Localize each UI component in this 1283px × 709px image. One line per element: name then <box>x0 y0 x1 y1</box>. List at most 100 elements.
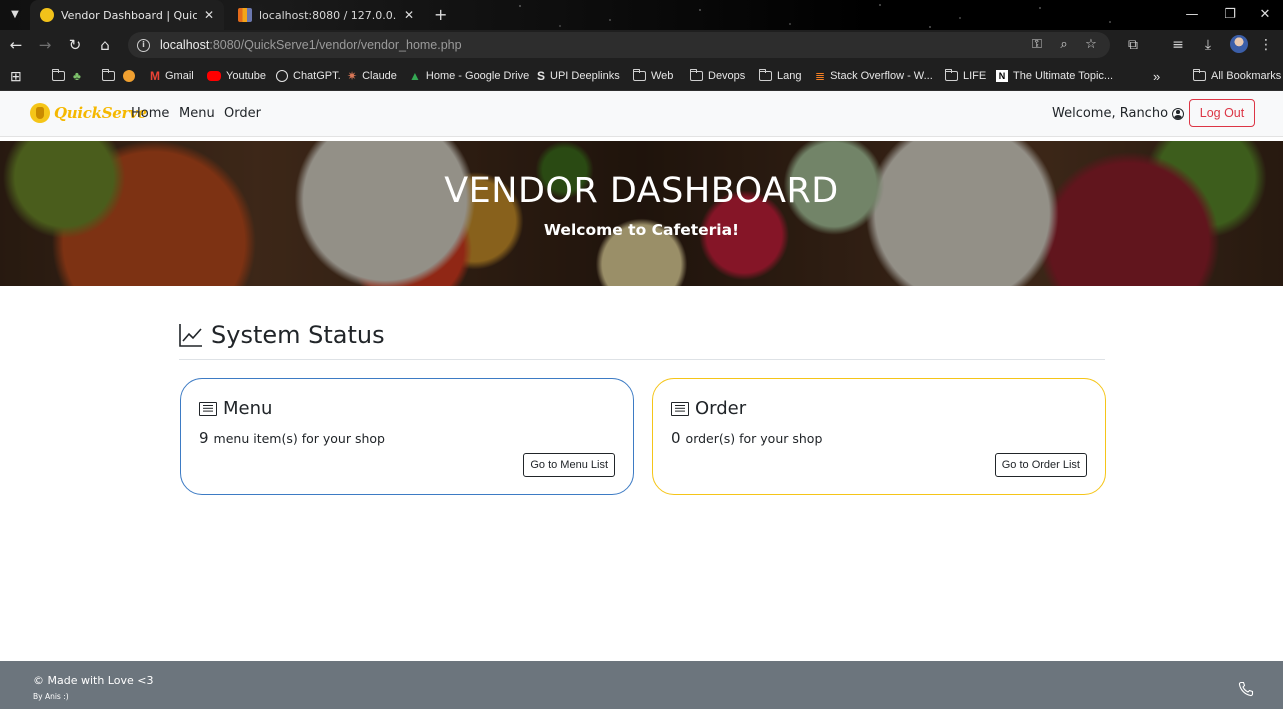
dot-icon <box>123 70 135 82</box>
go-to-order-list-button[interactable]: Go to Order List <box>994 453 1087 477</box>
hero-banner: VENDOR DASHBOARD Welcome to Cafeteria! <box>0 141 1283 286</box>
bookmark-stack-overflow[interactable]: ≣ Stack Overflow - W... <box>815 68 933 84</box>
nav-home-link[interactable]: Home <box>131 106 169 121</box>
bookmark-upi-deeplinks[interactable]: S UPI Deeplinks <box>537 68 620 84</box>
apps-grid-icon[interactable]: ⊞ <box>10 68 22 84</box>
sprout-icon[interactable]: ♣ <box>73 68 81 84</box>
browser-tab-strip: ▼ Vendor Dashboard | QuickServe ✕ localh… <box>0 0 1283 30</box>
bookmark-chatgpt[interactable]: ChatGPT. <box>276 68 341 84</box>
bookmark-folder[interactable] <box>51 68 65 84</box>
chatgpt-icon <box>276 70 288 82</box>
card-description: menu item(s) for your shop <box>213 431 385 446</box>
quickserve-favicon-icon <box>40 8 54 22</box>
menu-item-count: 9 <box>199 429 209 447</box>
brand-link[interactable]: QuickServe <box>30 103 147 123</box>
upi-icon: S <box>537 69 546 83</box>
bookmark-dot[interactable] <box>123 68 135 84</box>
gmail-icon: M <box>150 69 160 83</box>
section-title: System Status <box>211 321 385 349</box>
tab-search-chevron-icon[interactable]: ▼ <box>6 6 24 24</box>
bookmark-folder-life[interactable]: LIFE <box>944 68 986 84</box>
folder-icon <box>758 69 772 81</box>
browser-toolbar: ← → ↻ ⌂ i localhost:8080/QuickServe1/ven… <box>0 30 1283 60</box>
go-to-menu-list-button[interactable]: Go to Menu List <box>523 453 615 477</box>
order-status-card: Order 0 order(s) for your shop Go to Ord… <box>652 378 1106 495</box>
close-tab-icon[interactable]: ✕ <box>204 8 214 22</box>
footer-author: By Anis :) <box>33 692 69 701</box>
stackoverflow-icon: ≣ <box>815 69 826 83</box>
order-count: 0 <box>671 429 681 447</box>
address-bar[interactable]: i localhost:8080/QuickServe1/vendor/vend… <box>128 32 1110 58</box>
site-navbar: QuickServe Home Menu Order Welcome, Ranc… <box>0 91 1283 137</box>
restore-window-icon[interactable]: ❐ <box>1210 0 1250 30</box>
browser-menu-icon[interactable]: ⋮ <box>1256 35 1276 55</box>
phpmyadmin-favicon-icon <box>238 8 252 22</box>
nav-order-link[interactable]: Order <box>224 106 261 121</box>
bookmark-claude[interactable]: ✷ Claude <box>347 68 397 84</box>
user-welcome[interactable]: Welcome, Rancho <box>1052 106 1185 121</box>
all-bookmarks-folder[interactable]: All Bookmarks <box>1192 68 1281 84</box>
folder-icon <box>1192 69 1206 81</box>
youtube-icon <box>207 71 221 81</box>
claude-icon: ✷ <box>347 69 358 83</box>
more-bookmarks-chevron-icon[interactable]: » <box>1153 68 1160 84</box>
reload-icon[interactable]: ↻ <box>65 35 85 55</box>
close-window-icon[interactable]: ✕ <box>1245 0 1283 30</box>
extensions-puzzle-icon[interactable]: ⧉ <box>1123 35 1143 55</box>
notion-icon: N <box>996 70 1008 82</box>
close-tab-icon[interactable]: ✕ <box>404 8 414 22</box>
phone-icon[interactable] <box>1238 681 1254 697</box>
home-icon[interactable]: ⌂ <box>95 35 115 55</box>
download-icon[interactable]: ⤓ <box>1198 35 1218 55</box>
quickserve-logo-icon <box>30 103 50 123</box>
bookmark-youtube[interactable]: Youtube <box>207 68 266 84</box>
footer-credit: © Made with Love <3 <box>33 674 154 687</box>
card-description: order(s) for your shop <box>685 431 823 446</box>
profile-avatar[interactable] <box>1230 35 1248 53</box>
card-title: Order <box>695 398 747 419</box>
folder-icon <box>632 69 646 81</box>
bookmark-folder-lang[interactable]: Lang <box>758 68 801 84</box>
bookmark-folder-devops[interactable]: Devops <box>689 68 745 84</box>
bookmark-google-drive[interactable]: ▲ Home - Google Drive <box>409 68 529 84</box>
bookmark-folder-web[interactable]: Web <box>632 68 673 84</box>
hero-title: VENDOR DASHBOARD <box>444 171 839 211</box>
nav-menu-link[interactable]: Menu <box>179 106 215 121</box>
menu-status-card: Menu 9 menu item(s) for your shop Go to … <box>180 378 634 495</box>
logout-button[interactable]: Log Out <box>1189 99 1255 127</box>
bookmark-folder[interactable] <box>101 68 115 84</box>
order-count-text: 0 order(s) for your shop <box>671 429 822 447</box>
zoom-magnifier-icon[interactable]: ⌕ <box>1055 36 1073 54</box>
list-icon <box>199 401 217 416</box>
folder-icon <box>944 69 958 81</box>
system-status-heading: System Status <box>179 321 385 349</box>
tab-vendor-dashboard[interactable]: Vendor Dashboard | QuickServe ✕ <box>30 0 224 30</box>
folder-icon <box>689 69 703 81</box>
welcome-text: Welcome, Rancho <box>1052 106 1169 121</box>
media-queue-icon[interactable]: ≡ <box>1168 35 1188 55</box>
new-tab-plus-icon[interactable]: + <box>434 0 447 30</box>
site-footer: © Made with Love <3 By Anis :) <box>0 661 1283 709</box>
tab-phpmyadmin[interactable]: localhost:8080 / 127.0.0.1 / quic ✕ <box>228 0 424 30</box>
minimize-window-icon[interactable]: — <box>1172 0 1212 30</box>
bookmark-ultimate-topic[interactable]: N The Ultimate Topic... <box>996 68 1113 84</box>
password-key-icon[interactable]: ⚿ <box>1028 36 1046 54</box>
card-title: Menu <box>223 398 273 419</box>
url-text[interactable]: localhost:8080/QuickServe1/vendor/vendor… <box>160 38 462 52</box>
section-divider <box>179 359 1105 360</box>
folder-icon <box>51 69 65 81</box>
bookmarks-bar: ⊞ ♣ M Gmail Youtube ChatGPT. ✷ Claude ▲ … <box>0 60 1283 91</box>
site-info-icon[interactable]: i <box>137 38 150 52</box>
drive-icon: ▲ <box>409 69 421 83</box>
bookmark-star-icon[interactable]: ☆ <box>1082 36 1100 54</box>
folder-icon <box>101 69 115 81</box>
list-icon <box>671 401 689 416</box>
menu-count-text: 9 menu item(s) for your shop <box>199 429 385 447</box>
bookmark-gmail[interactable]: M Gmail <box>150 68 194 84</box>
forward-arrow-icon[interactable]: → <box>35 35 55 55</box>
user-circle-icon <box>1172 107 1185 120</box>
line-chart-icon <box>179 324 202 347</box>
back-arrow-icon[interactable]: ← <box>6 35 26 55</box>
tab-title: Vendor Dashboard | QuickServe <box>61 8 197 22</box>
hero-subtitle: Welcome to Cafeteria! <box>543 221 740 239</box>
